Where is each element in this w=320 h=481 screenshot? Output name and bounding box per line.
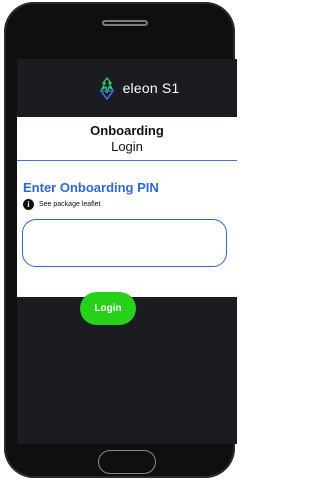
divider: [17, 160, 237, 161]
pin-input[interactable]: [22, 219, 227, 267]
pin-label: Enter Onboarding PIN: [23, 180, 159, 195]
info-icon: i: [23, 199, 34, 210]
pin-hint: i See package leaflet: [23, 199, 101, 210]
brand: eleon S1: [97, 75, 180, 101]
eleon-logo-icon: [98, 76, 115, 101]
app-header: eleon S1: [17, 59, 237, 117]
home-button[interactable]: [98, 450, 156, 474]
page-subtitle: Login: [111, 139, 143, 154]
brand-name: eleon S1: [122, 80, 180, 96]
app-screen: eleon S1 Onboarding Login Enter Onboardi…: [17, 59, 237, 444]
page-title: Onboarding: [90, 123, 164, 138]
title-block: Onboarding Login: [17, 123, 237, 154]
phone-speaker: [102, 20, 148, 26]
login-card: Onboarding Login Enter Onboarding PIN i …: [17, 117, 237, 297]
login-button[interactable]: Login: [80, 292, 136, 325]
pin-hint-text: See package leaflet: [39, 201, 101, 208]
